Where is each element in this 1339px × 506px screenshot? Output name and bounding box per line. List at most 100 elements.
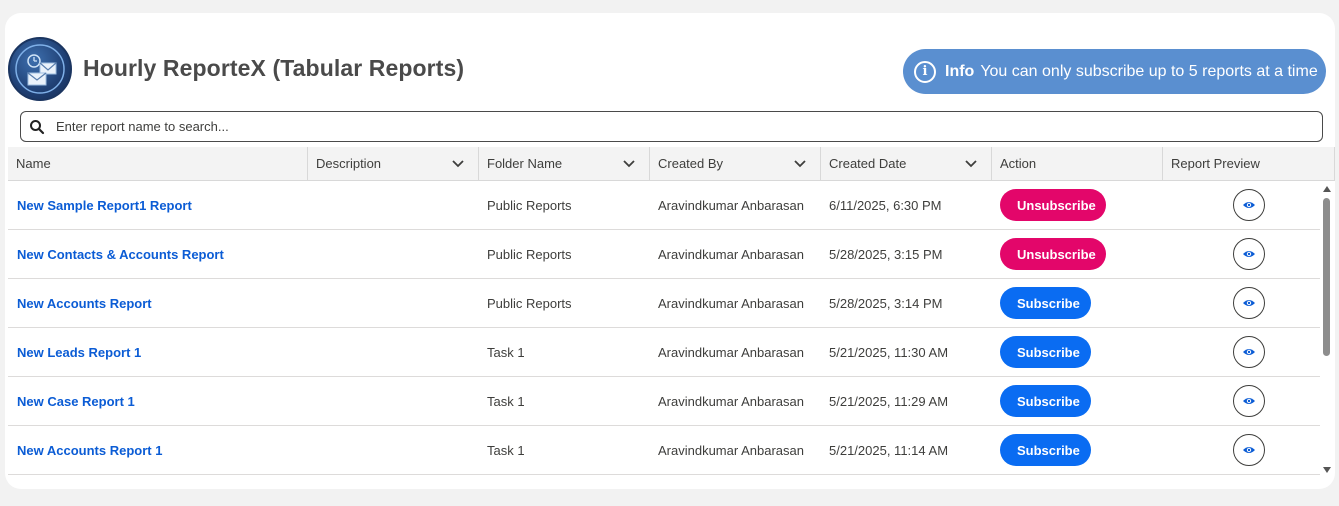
- created-by-cell: Aravindkumar Anbarasan: [658, 230, 804, 278]
- created-date-cell: 5/28/2025, 3:15 PM: [829, 230, 942, 278]
- table-row: New Leads Report 1 Task 1 Aravindkumar A…: [8, 328, 1320, 377]
- chevron-down-icon[interactable]: [964, 156, 978, 170]
- column-label: Created Date: [829, 156, 907, 171]
- name-cell: New Leads Report 1: [17, 328, 141, 376]
- name-cell: New Contacts & Accounts Report: [17, 230, 224, 278]
- preview-cell: [1233, 328, 1265, 376]
- column-label: Action: [1000, 156, 1037, 171]
- subscribe-button[interactable]: Subscribe: [1000, 336, 1091, 368]
- eye-icon: [1243, 202, 1255, 208]
- created-by-text: Aravindkumar Anbarasan: [658, 197, 804, 213]
- app-card: Hourly ReporteX (Tabular Reports) i Info…: [5, 13, 1335, 489]
- preview-button[interactable]: [1233, 434, 1265, 466]
- report-name-link[interactable]: New Case Report 1: [17, 394, 135, 409]
- created-by-text: Aravindkumar Anbarasan: [658, 246, 804, 262]
- search-bar: [20, 111, 1323, 142]
- preview-cell: [1233, 230, 1265, 278]
- created-date-cell: 5/21/2025, 11:29 AM: [829, 377, 948, 425]
- report-name-link[interactable]: New Sample Report1 Report: [17, 198, 192, 213]
- column-label: Description: [316, 156, 382, 171]
- chevron-down-icon[interactable]: [622, 156, 636, 170]
- folder-cell: Task 1: [487, 377, 525, 425]
- header: Hourly ReporteX (Tabular Reports) i Info…: [5, 13, 1335, 109]
- created-date-text: 5/28/2025, 3:14 PM: [829, 295, 943, 311]
- scroll-up-arrow-icon[interactable]: [1322, 185, 1332, 193]
- info-message: You can only subscribe up to 5 reports a…: [980, 62, 1318, 80]
- created-date-text: 5/21/2025, 11:14 AM: [829, 442, 949, 458]
- search-icon: [30, 119, 45, 134]
- column-header-report-preview: Report Preview: [1163, 147, 1335, 180]
- report-name-link[interactable]: New Leads Report 1: [17, 345, 141, 360]
- preview-cell: [1233, 426, 1265, 474]
- column-label: Name: [16, 156, 51, 171]
- folder-cell: Task 1: [487, 328, 525, 376]
- report-name-link[interactable]: New Accounts Report 1: [17, 443, 162, 458]
- folder-text: Public Reports: [487, 197, 572, 213]
- chevron-down-icon[interactable]: [793, 156, 807, 170]
- report-name-link[interactable]: New Contacts & Accounts Report: [17, 247, 224, 262]
- folder-text: Task 1: [487, 344, 525, 360]
- action-cell: Subscribe: [1000, 328, 1091, 376]
- column-header-folder[interactable]: Folder Name: [479, 147, 650, 180]
- preview-button[interactable]: [1233, 385, 1265, 417]
- created-date-cell: 5/21/2025, 11:14 AM: [829, 426, 948, 474]
- created-by-cell: Aravindkumar Anbarasan: [658, 426, 804, 474]
- info-icon: i: [914, 60, 936, 83]
- created-date-cell: 5/21/2025, 11:30 AM: [829, 328, 948, 376]
- table-row: New Accounts Report Public Reports Aravi…: [8, 279, 1320, 328]
- page-title: Hourly ReporteX (Tabular Reports): [83, 55, 465, 81]
- created-date-cell: 5/28/2025, 3:14 PM: [829, 279, 942, 327]
- info-banner: i Info You can only subscribe up to 5 re…: [903, 49, 1326, 94]
- folder-text: Task 1: [487, 393, 525, 409]
- created-date-text: 5/21/2025, 11:29 AM: [829, 393, 949, 409]
- column-header-created-date[interactable]: Created Date: [821, 147, 992, 180]
- unsubscribe-button[interactable]: Unsubscribe: [1000, 189, 1106, 221]
- unsubscribe-button[interactable]: Unsubscribe: [1000, 238, 1106, 270]
- folder-cell: Public Reports: [487, 230, 572, 278]
- chevron-down-icon[interactable]: [451, 156, 465, 170]
- table-header: Name Description Folder Name Created By …: [8, 147, 1335, 181]
- info-label: Info: [945, 62, 975, 80]
- created-date-text: 5/28/2025, 3:15 PM: [829, 246, 943, 262]
- scrollbar-thumb[interactable]: [1323, 198, 1330, 356]
- column-header-description[interactable]: Description: [308, 147, 479, 180]
- vertical-scrollbar[interactable]: [1321, 181, 1333, 476]
- table-row: New Case Report 1 Task 1 Aravindkumar An…: [8, 377, 1320, 426]
- created-by-cell: Aravindkumar Anbarasan: [658, 328, 804, 376]
- eye-icon: [1243, 447, 1255, 453]
- folder-cell: Public Reports: [487, 279, 572, 327]
- preview-button[interactable]: [1233, 189, 1265, 221]
- scroll-down-arrow-icon[interactable]: [1322, 466, 1332, 474]
- subscribe-button[interactable]: Subscribe: [1000, 385, 1091, 417]
- folder-text: Task 1: [487, 442, 525, 458]
- folder-cell: Task 1: [487, 426, 525, 474]
- preview-cell: [1233, 377, 1265, 425]
- preview-button[interactable]: [1233, 336, 1265, 368]
- column-label: Created By: [658, 156, 724, 171]
- preview-cell: [1233, 279, 1265, 327]
- table-row: New Accounts Report 1 Task 1 Aravindkuma…: [8, 426, 1320, 475]
- created-date-cell: 6/11/2025, 6:30 PM: [829, 181, 942, 229]
- report-name-link[interactable]: New Accounts Report: [17, 296, 152, 311]
- column-header-action: Action: [992, 147, 1163, 180]
- eye-icon: [1243, 300, 1255, 306]
- name-cell: New Case Report 1: [17, 377, 135, 425]
- name-cell: New Sample Report1 Report: [17, 181, 192, 229]
- preview-button[interactable]: [1233, 287, 1265, 319]
- created-by-cell: Aravindkumar Anbarasan: [658, 377, 804, 425]
- eye-icon: [1243, 398, 1255, 404]
- folder-text: Public Reports: [487, 246, 572, 262]
- search-input[interactable]: [54, 118, 1298, 135]
- column-header-created-by[interactable]: Created By: [650, 147, 821, 180]
- eye-icon: [1243, 251, 1255, 257]
- subscribe-button[interactable]: Subscribe: [1000, 287, 1091, 319]
- created-by-text: Aravindkumar Anbarasan: [658, 344, 804, 360]
- subscribe-button[interactable]: Subscribe: [1000, 434, 1091, 466]
- preview-cell: [1233, 181, 1265, 229]
- action-cell: Unsubscribe: [1000, 181, 1106, 229]
- created-by-text: Aravindkumar Anbarasan: [658, 295, 804, 311]
- column-header-name[interactable]: Name: [8, 147, 308, 180]
- name-cell: New Accounts Report: [17, 279, 152, 327]
- preview-button[interactable]: [1233, 238, 1265, 270]
- action-cell: Subscribe: [1000, 377, 1091, 425]
